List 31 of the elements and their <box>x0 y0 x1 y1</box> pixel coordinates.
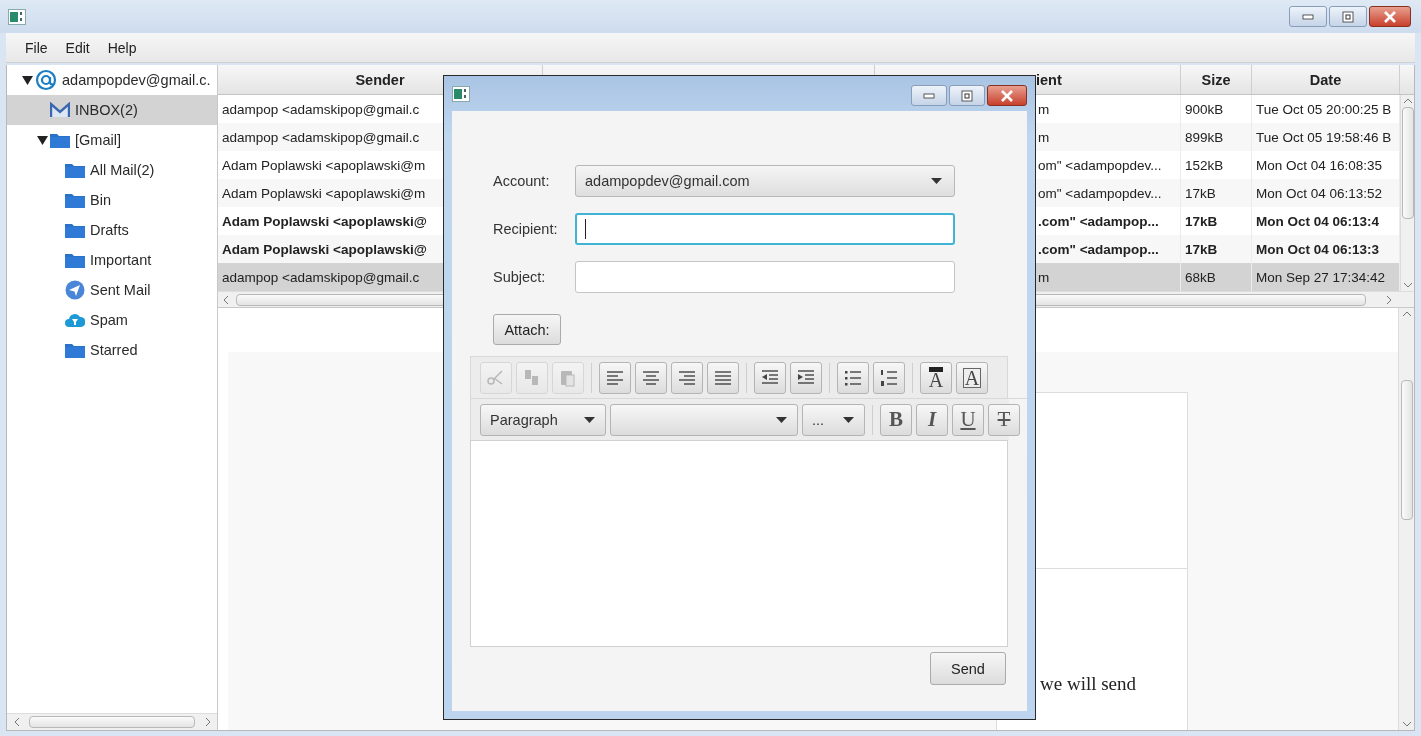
recipient-cell: om" <adampopdev... <box>1038 157 1162 173</box>
recipient-cell: .com" <adampop... <box>1038 241 1159 257</box>
size-cell: 17kB <box>1185 185 1216 201</box>
sender-cell: adampop <adamskipop@gmail.c <box>222 101 420 117</box>
date-cell: Tue Oct 05 20:00:25 B <box>1256 101 1392 117</box>
recipient-cell: .com" <adampop... <box>1038 213 1159 229</box>
sender-cell: adampop <adamskipop@gmail.c <box>222 129 420 145</box>
size-cell: 900kB <box>1185 101 1224 117</box>
date-cell: Mon Oct 04 06:13:3 <box>1256 241 1380 257</box>
date-cell: Mon Oct 04 06:13:4 <box>1256 213 1380 229</box>
size-cell: 68kB <box>1185 269 1216 285</box>
recipient-cell: m <box>1038 269 1050 285</box>
field-label: Recipient: <box>493 221 559 237</box>
size-cell: 152kB <box>1185 157 1224 173</box>
date-cell: Mon Sep 27 17:34:42 <box>1256 269 1386 285</box>
date-cell: Mon Oct 04 16:08:35 <box>1256 157 1383 173</box>
message-text: we will send <box>1039 672 1138 695</box>
sender-cell: Adam Poplawski <apoplawski@m <box>222 157 426 173</box>
sender-cell: Adam Poplawski <apoplawski@ <box>222 241 427 257</box>
recipient-cell: m <box>1038 129 1050 145</box>
sender-cell: adampop <adamskipop@gmail.c <box>222 269 420 285</box>
date-cell: Tue Oct 05 19:58:46 B <box>1256 129 1392 145</box>
recipient-cell: m <box>1038 101 1050 117</box>
field-label: Subject: <box>493 269 547 285</box>
sender-cell: Adam Poplawski <apoplawski@m <box>222 185 426 201</box>
sender-cell: Adam Poplawski <apoplawski@ <box>222 213 427 229</box>
size-cell: 17kB <box>1185 241 1218 257</box>
date-cell: Mon Oct 04 06:13:52 <box>1256 185 1383 201</box>
recipient-cell: om" <adampopdev... <box>1038 185 1162 201</box>
size-cell: 17kB <box>1185 213 1218 229</box>
size-cell: 899kB <box>1185 129 1224 145</box>
